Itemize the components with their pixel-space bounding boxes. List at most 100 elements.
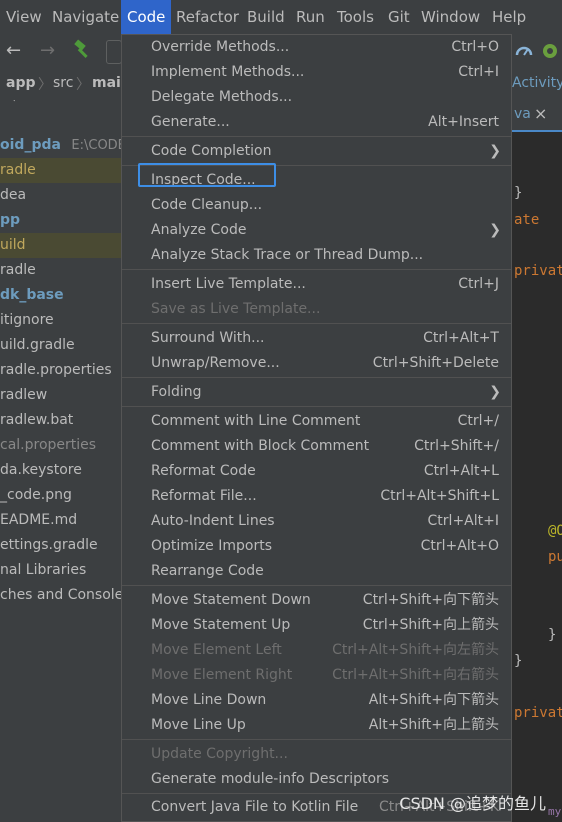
breadcrumb-main[interactable]: mai	[92, 75, 121, 91]
menu-item-label: Implement Methods...	[151, 64, 305, 80]
menu-item-insert-live-template[interactable]: Insert Live Template... Ctrl+J	[122, 272, 511, 297]
menu-item-label: Unwrap/Remove...	[151, 355, 280, 371]
menu-item-update-copyright: Update Copyright...	[122, 742, 511, 767]
menu-item-rearrange-code[interactable]: Rearrange Code	[122, 559, 511, 584]
tab-editor-file[interactable]: va ×	[512, 100, 562, 132]
menu-item-label: Reformat File...	[151, 488, 257, 504]
close-icon[interactable]: ×	[534, 104, 547, 123]
code-line: my	[548, 805, 562, 818]
menu-git[interactable]: Git	[388, 0, 410, 34]
menu-item-label: Comment with Block Comment	[151, 438, 370, 454]
menu-item-shortcut: Alt+Shift+向下箭头	[368, 692, 499, 708]
menu-navigate[interactable]: Navigate	[52, 0, 119, 34]
menu-item-shortcut: Alt+Shift+向上箭头	[368, 717, 499, 733]
menu-help[interactable]: Help	[492, 0, 526, 34]
tree-row[interactable]: radlew.bat	[0, 408, 121, 433]
menu-item-override-methods[interactable]: Override Methods... Ctrl+O	[122, 35, 511, 60]
tree-row-path: E:\CODE\	[71, 138, 121, 153]
tree-row[interactable]: da.keystore	[0, 458, 121, 483]
tree-row[interactable]: EADME.md	[0, 508, 121, 533]
tree-row[interactable]: itignore	[0, 308, 121, 333]
tree-row[interactable]: _code.png	[0, 483, 121, 508]
menu-item-folding[interactable]: Folding ❯	[122, 380, 511, 405]
menu-item-label: Delegate Methods...	[151, 89, 293, 105]
tree-row[interactable]: cal.properties	[0, 433, 121, 458]
tree-row[interactable]: dk_base	[0, 283, 121, 308]
menu-refactor[interactable]: Refactor	[176, 0, 239, 34]
menu-item-shortcut: Alt+Insert	[428, 114, 499, 130]
menu-item-comment-block[interactable]: Comment with Block Comment Ctrl+Shift+/	[122, 434, 511, 459]
tree-row[interactable]: pp	[0, 208, 121, 233]
menu-window[interactable]: Window	[421, 0, 480, 34]
menu-item-optimize-imports[interactable]: Optimize Imports Ctrl+Alt+O	[122, 534, 511, 559]
menu-item-surround-with[interactable]: Surround With... Ctrl+Alt+T	[122, 326, 511, 351]
menu-item-label: Analyze Stack Trace or Thread Dump...	[151, 247, 424, 263]
menu-item-analyze-stack-trace[interactable]: Analyze Stack Trace or Thread Dump...	[122, 243, 511, 268]
menu-item-move-line-down[interactable]: Move Line Down Alt+Shift+向下箭头	[122, 688, 511, 713]
breadcrumb-activity[interactable]: Activity	[512, 75, 562, 91]
menu-tools[interactable]: Tools	[337, 0, 374, 34]
menu-item-implement-methods[interactable]: Implement Methods... Ctrl+I	[122, 60, 511, 85]
menu-item-label: Move Line Down	[151, 692, 267, 708]
tree-row[interactable]: nal Libraries	[0, 558, 121, 583]
submenu-arrow-icon: ❯	[489, 143, 501, 159]
menu-item-shortcut: Ctrl+Alt+O	[420, 538, 499, 554]
tree-row[interactable]: ches and Consoles	[0, 583, 121, 608]
tree-row-label: oid_pda	[0, 137, 61, 153]
menu-item-move-element-right: Move Element Right Ctrl+Alt+Shift+向右箭头	[122, 663, 511, 688]
tree-row[interactable]: uild	[0, 233, 121, 258]
menu-item-move-element-left: Move Element Left Ctrl+Alt+Shift+向左箭头	[122, 638, 511, 663]
forward-arrow-icon[interactable]: →	[40, 40, 55, 61]
tree-row-root[interactable]: oid_pda E:\CODE\	[0, 133, 121, 158]
build-hammer-icon[interactable]	[72, 39, 94, 61]
menu-item-label: Save as Live Template...	[151, 301, 321, 317]
menu-item-generate-module-info[interactable]: Generate module-info Descriptors	[122, 767, 511, 792]
android-sync-icon[interactable]	[540, 41, 560, 61]
menu-item-delegate-methods[interactable]: Delegate Methods...	[122, 85, 511, 110]
run-config-field[interactable]	[106, 40, 122, 64]
menu-item-reformat-file[interactable]: Reformat File... Ctrl+Alt+Shift+L	[122, 484, 511, 509]
submenu-arrow-icon: ❯	[489, 222, 501, 238]
menu-item-label: Generate...	[151, 114, 230, 130]
tree-row[interactable]: dea	[0, 183, 121, 208]
editor-area[interactable]: va × } ate privat @O pu } } privat my	[512, 100, 562, 822]
tree-row[interactable]: uild.gradle	[0, 333, 121, 358]
menu-separator	[122, 136, 511, 137]
menu-item-label: Folding	[151, 384, 202, 400]
menu-item-unwrap-remove[interactable]: Unwrap/Remove... Ctrl+Shift+Delete	[122, 351, 511, 376]
tree-row[interactable]: radlew	[0, 383, 121, 408]
menu-separator	[122, 323, 511, 324]
tree-row[interactable]: radle	[0, 158, 121, 183]
menu-run[interactable]: Run	[296, 0, 325, 34]
menu-item-shortcut: Ctrl+Alt+Shift+向右箭头	[332, 667, 499, 683]
menu-item-generate[interactable]: Generate... Alt+Insert	[122, 110, 511, 135]
code-line: ate	[514, 212, 540, 228]
menu-item-label: Insert Live Template...	[151, 276, 306, 292]
menu-item-label: Move Element Right	[151, 667, 293, 683]
tree-row[interactable]: radle	[0, 258, 121, 283]
menu-item-move-line-up[interactable]: Move Line Up Alt+Shift+向上箭头	[122, 713, 511, 738]
menu-item-shortcut: Ctrl+J	[458, 276, 499, 292]
menu-item-code-completion[interactable]: Code Completion ❯	[122, 139, 511, 164]
menu-item-comment-line[interactable]: Comment with Line Comment Ctrl+/	[122, 409, 511, 434]
back-arrow-icon[interactable]: ←	[6, 40, 21, 61]
menu-item-move-statement-down[interactable]: Move Statement Down Ctrl+Shift+向下箭头	[122, 588, 511, 613]
menu-item-code-cleanup[interactable]: Code Cleanup...	[122, 193, 511, 218]
menu-item-shortcut: Ctrl+Shift+/	[414, 438, 499, 454]
menu-build[interactable]: Build	[247, 0, 285, 34]
menu-item-label: Move Line Up	[151, 717, 246, 733]
menu-view[interactable]: View	[6, 0, 42, 34]
menu-code[interactable]: Code	[121, 0, 172, 34]
chevron-down-icon[interactable]: ▼	[10, 100, 18, 103]
profiler-gauge-icon[interactable]	[515, 42, 533, 60]
breadcrumb-app[interactable]: app	[6, 75, 36, 91]
tree-row[interactable]: ettings.gradle	[0, 533, 121, 558]
menu-item-move-statement-up[interactable]: Move Statement Up Ctrl+Shift+向上箭头	[122, 613, 511, 638]
breadcrumb-src[interactable]: src	[53, 75, 73, 91]
menu-item-label: Rearrange Code	[151, 563, 264, 579]
menu-separator	[122, 585, 511, 586]
tree-row[interactable]: radle.properties	[0, 358, 121, 383]
menu-item-auto-indent-lines[interactable]: Auto-Indent Lines Ctrl+Alt+I	[122, 509, 511, 534]
menu-item-reformat-code[interactable]: Reformat Code Ctrl+Alt+L	[122, 459, 511, 484]
menu-item-analyze-code[interactable]: Analyze Code ❯	[122, 218, 511, 243]
